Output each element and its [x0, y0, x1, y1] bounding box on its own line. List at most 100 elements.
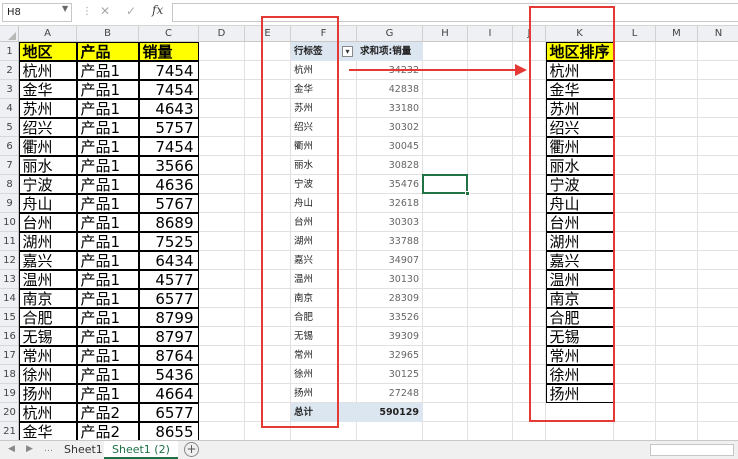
table-cell[interactable]: 4577: [138, 269, 199, 289]
table-cell[interactable]: 8799: [138, 307, 199, 327]
table-cell[interactable]: 温州: [19, 269, 77, 289]
table-cell[interactable]: 7454: [138, 136, 199, 156]
select-all-button[interactable]: [0, 26, 19, 42]
pivot-row-value[interactable]: 30303: [357, 213, 423, 232]
table-cell[interactable]: 6434: [138, 250, 199, 270]
column-header[interactable]: I: [468, 26, 513, 42]
table-cell[interactable]: 产品2: [76, 402, 139, 422]
table-cell[interactable]: 8655: [138, 421, 199, 440]
row-header[interactable]: 4: [0, 99, 18, 118]
column-header[interactable]: G: [357, 26, 423, 42]
table-cell[interactable]: 产品1: [76, 383, 139, 403]
table-cell[interactable]: 6577: [138, 288, 199, 308]
table-cell[interactable]: 5767: [138, 193, 199, 213]
horizontal-scrollbar[interactable]: [650, 444, 734, 456]
table-cell[interactable]: 徐州: [19, 364, 77, 384]
pivot-row-value[interactable]: 39309: [357, 327, 423, 346]
table-cell[interactable]: 4643: [138, 98, 199, 118]
row-header[interactable]: 16: [0, 327, 18, 346]
pivot-row-value[interactable]: 33180: [357, 99, 423, 118]
column-header[interactable]: D: [199, 26, 245, 42]
table-cell[interactable]: 6577: [138, 402, 199, 422]
row-header[interactable]: 7: [0, 156, 18, 175]
table-cell[interactable]: 产品1: [76, 326, 139, 346]
row-header[interactable]: 19: [0, 384, 18, 403]
table-cell[interactable]: 扬州: [19, 383, 77, 403]
next-sheet-icon[interactable]: ▶: [26, 444, 33, 454]
table-cell[interactable]: 产品1: [76, 60, 139, 80]
pivot-row-value[interactable]: 32618: [357, 194, 423, 213]
row-header[interactable]: 10: [0, 213, 18, 232]
row-header[interactable]: 12: [0, 251, 18, 270]
table-cell[interactable]: 产品1: [76, 174, 139, 194]
table-cell[interactable]: 产品1: [76, 307, 139, 327]
table-cell[interactable]: 产品1: [76, 117, 139, 137]
column-header[interactable]: H: [423, 26, 468, 42]
table-cell[interactable]: 苏州: [19, 98, 77, 118]
table-cell[interactable]: 7454: [138, 79, 199, 99]
selected-cell[interactable]: [422, 174, 470, 196]
column-header[interactable]: N: [698, 26, 738, 42]
table-cell[interactable]: 产品1: [76, 288, 139, 308]
row-header[interactable]: 14: [0, 289, 18, 308]
table-cell[interactable]: 常州: [19, 345, 77, 365]
add-sheet-icon[interactable]: +: [184, 442, 199, 457]
table-cell[interactable]: 丽水: [19, 155, 77, 175]
table-cell[interactable]: 7525: [138, 231, 199, 251]
more-sheets-icon[interactable]: …: [44, 444, 53, 454]
row-header[interactable]: 5: [0, 118, 18, 137]
tab-sheet1[interactable]: Sheet1: [56, 441, 111, 459]
table-cell[interactable]: 嘉兴: [19, 250, 77, 270]
formula-input[interactable]: [172, 3, 738, 22]
table-cell[interactable]: 南京: [19, 288, 77, 308]
table-cell[interactable]: 8797: [138, 326, 199, 346]
row-header[interactable]: 15: [0, 308, 18, 327]
table-cell[interactable]: 产品1: [76, 212, 139, 232]
table-header[interactable]: 地区: [19, 42, 77, 61]
row-header[interactable]: 17: [0, 346, 18, 365]
pivot-row-value[interactable]: 34907: [357, 251, 423, 270]
pivot-row-value[interactable]: 30130: [357, 270, 423, 289]
table-cell[interactable]: 产品1: [76, 231, 139, 251]
table-cell[interactable]: 杭州: [19, 402, 77, 422]
pivot-row-value[interactable]: 30125: [357, 365, 423, 384]
row-header[interactable]: 18: [0, 365, 18, 384]
table-cell[interactable]: 3566: [138, 155, 199, 175]
table-cell[interactable]: 舟山: [19, 193, 77, 213]
table-cell[interactable]: 产品1: [76, 136, 139, 156]
table-cell[interactable]: 5436: [138, 364, 199, 384]
sheet-grid[interactable]: 地区 产品 销量 杭州 产品1 7454 金华 产品1 7454 苏州 产品1 4643 绍兴 产品1 57…: [19, 42, 738, 440]
table-header[interactable]: 销量: [138, 42, 199, 61]
row-header[interactable]: 6: [0, 137, 18, 156]
table-cell[interactable]: 产品1: [76, 269, 139, 289]
table-cell[interactable]: 4636: [138, 174, 199, 194]
table-cell[interactable]: 台州: [19, 212, 77, 232]
table-cell[interactable]: 产品1: [76, 98, 139, 118]
column-header[interactable]: L: [614, 26, 656, 42]
pivot-row-value[interactable]: 32965: [357, 346, 423, 365]
table-cell[interactable]: 7454: [138, 60, 199, 80]
row-header[interactable]: 11: [0, 232, 18, 251]
row-header[interactable]: 1: [0, 42, 18, 61]
pivot-row-value[interactable]: 42838: [357, 80, 423, 99]
column-header[interactable]: A: [19, 26, 77, 42]
enter-icon[interactable]: ✓: [126, 4, 136, 18]
table-cell[interactable]: 产品1: [76, 79, 139, 99]
column-header[interactable]: B: [77, 26, 139, 42]
row-header[interactable]: 9: [0, 194, 18, 213]
table-cell[interactable]: 杭州: [19, 60, 77, 80]
pivot-row-value[interactable]: 30045: [357, 137, 423, 156]
row-header[interactable]: 21: [0, 422, 18, 440]
more-options-icon[interactable]: ⋮: [82, 6, 92, 17]
table-cell[interactable]: 衢州: [19, 136, 77, 156]
pivot-row-value[interactable]: 35476: [357, 175, 423, 194]
table-cell[interactable]: 产品1: [76, 155, 139, 175]
pivot-row-value[interactable]: 28309: [357, 289, 423, 308]
table-cell[interactable]: 合肥: [19, 307, 77, 327]
pivot-total-value[interactable]: 590129: [357, 403, 423, 422]
pivot-row-value[interactable]: 30828: [357, 156, 423, 175]
table-cell[interactable]: 金华: [19, 421, 77, 440]
pivot-row-value[interactable]: 33526: [357, 308, 423, 327]
chevron-down-icon[interactable]: ▼: [62, 4, 68, 13]
table-cell[interactable]: 4664: [138, 383, 199, 403]
